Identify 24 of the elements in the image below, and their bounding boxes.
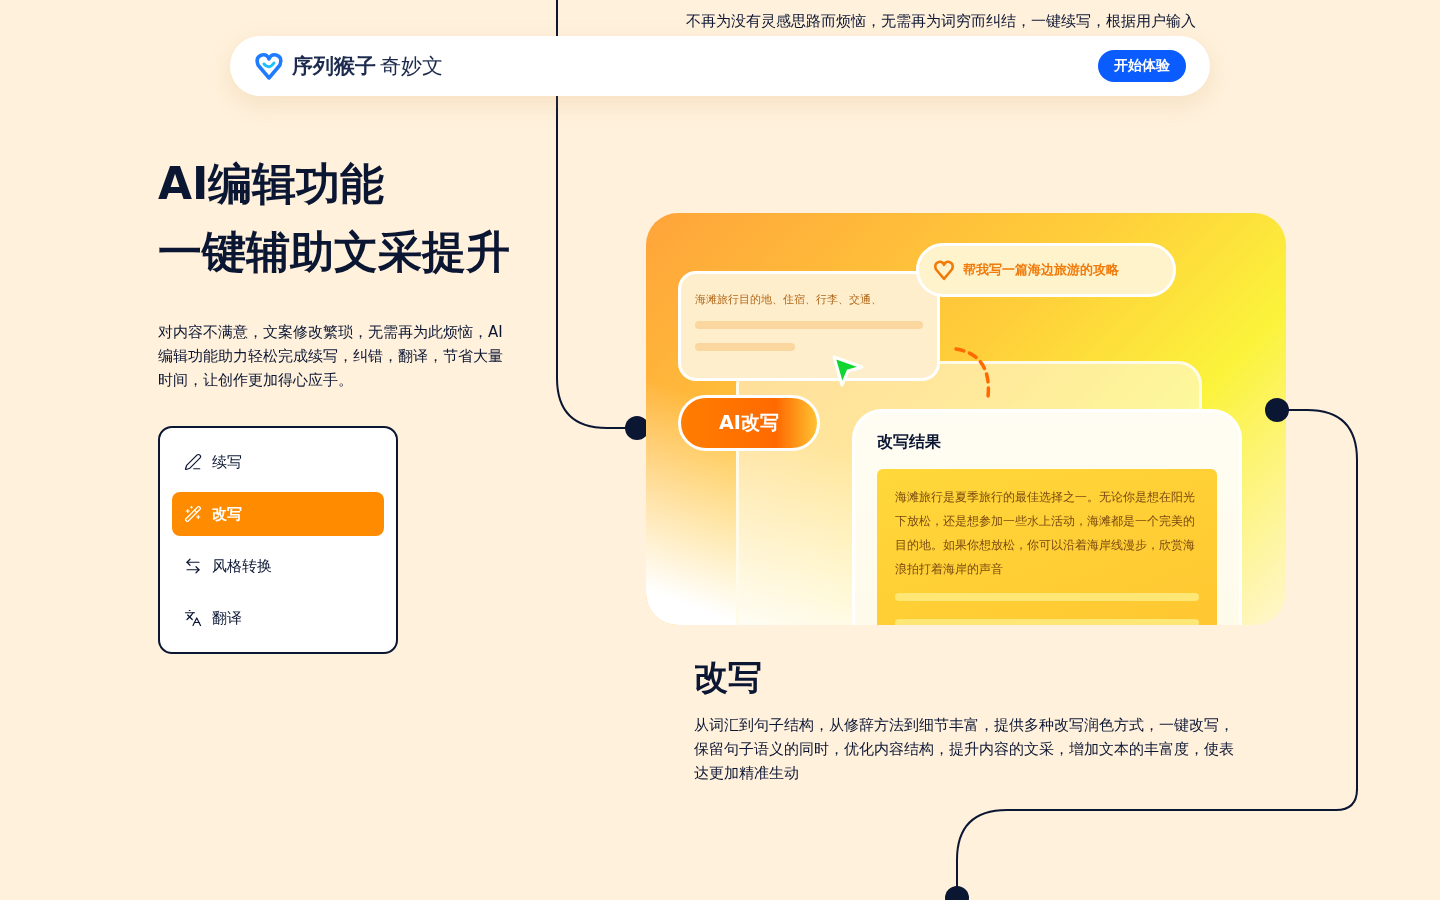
start-button[interactable]: 开始体验 bbox=[1098, 50, 1186, 82]
timeline-dot bbox=[1265, 398, 1289, 422]
feature-description: 从词汇到句子结构，从修辞方法到细节丰富，提供多种改写润色方式，一键改写，保留句子语义的同时，优化内容结构，提升内容的文采，增加文本的丰富度，使表达更加精准生动 bbox=[694, 715, 1235, 784]
feature-menu-item[interactable]: 翻译 bbox=[172, 596, 384, 640]
result-text: 海滩旅行是夏季旅行的最佳选择之一。无论你是想在阳光下放松，还是想参加一些水上活动，海滩都是一个完美的目的地。如果你想放松，你可以沿着海岸线漫步，欣赏海浪拍打着海岸的声音 bbox=[895, 489, 1196, 578]
feature-menu-item[interactable]: 续写 bbox=[172, 440, 384, 484]
hero-description: 对内容不满意，文案修改繁琐，无需再为此烦恼，AI编辑功能助力轻松完成续写，纠错，翻译，节省大量时间，让创作更加得心应手。 bbox=[158, 322, 504, 391]
section-text: 不再为没有灵感思路而烦恼，无需再为词穷而纠结，一键续写，根据用户输入 bbox=[686, 12, 1197, 31]
logo-icon bbox=[933, 259, 955, 281]
ai-rewrite-pill: AI改写 bbox=[678, 395, 820, 451]
hero-title: AI编辑功能 bbox=[158, 157, 386, 211]
prompt-text: 帮我写一篇海边旅游的攻略 bbox=[963, 261, 1119, 279]
input-snippet: 海滩旅行目的地、住宿、行李、交通、 bbox=[695, 292, 883, 307]
swap-arrows-icon bbox=[184, 557, 202, 575]
brand-name: 序列猴子 bbox=[292, 53, 376, 80]
product-name: 奇妙文 bbox=[380, 53, 443, 80]
magic-wand-icon bbox=[184, 505, 202, 523]
translate-icon bbox=[184, 609, 202, 627]
hero-title: 一键辅助文采提升 bbox=[158, 225, 511, 279]
feature-menu-item[interactable]: 风格转换 bbox=[172, 544, 384, 588]
pen-icon bbox=[184, 453, 202, 471]
feature-title: 改写 bbox=[694, 656, 763, 699]
result-title: 改写结果 bbox=[877, 432, 942, 453]
logo-icon bbox=[254, 51, 284, 81]
